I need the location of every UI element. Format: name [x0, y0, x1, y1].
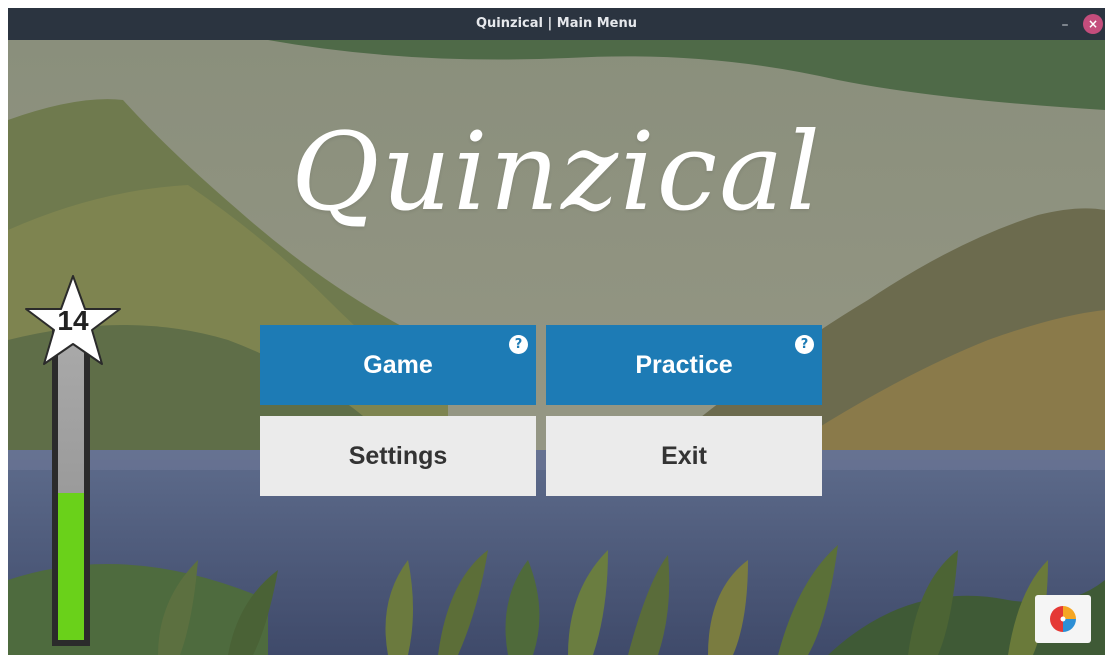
level-number: 14 — [57, 305, 89, 336]
main-menu-scene: Quinzical Game ? Practice ? Settings Exi… — [8, 40, 1105, 655]
settings-button[interactable]: Settings — [260, 416, 536, 496]
close-button[interactable]: × — [1083, 14, 1103, 34]
pie-chart-icon — [1050, 606, 1076, 632]
exit-button-label: Exit — [661, 441, 707, 470]
question-circle-icon[interactable]: ? — [509, 335, 528, 354]
minimize-button[interactable]: – — [1055, 14, 1075, 34]
practice-button[interactable]: Practice ? — [546, 325, 822, 405]
window-title: Quinzical | Main Menu — [476, 16, 637, 31]
game-button-label: Game — [363, 350, 433, 379]
level-progress-meter: 14 — [22, 272, 124, 647]
progress-fill — [58, 493, 84, 640]
exit-button[interactable]: Exit — [546, 416, 822, 496]
settings-button-label: Settings — [348, 441, 448, 470]
stats-button[interactable] — [1035, 595, 1091, 643]
practice-button-label: Practice — [635, 350, 733, 379]
app-logo: Quinzical — [290, 110, 823, 235]
game-button[interactable]: Game ? — [260, 325, 536, 405]
title-bar: Quinzical | Main Menu – × — [8, 8, 1105, 40]
question-circle-icon[interactable]: ? — [795, 335, 814, 354]
app-window: Quinzical | Main Menu – × Quinzical Game… — [8, 8, 1105, 655]
